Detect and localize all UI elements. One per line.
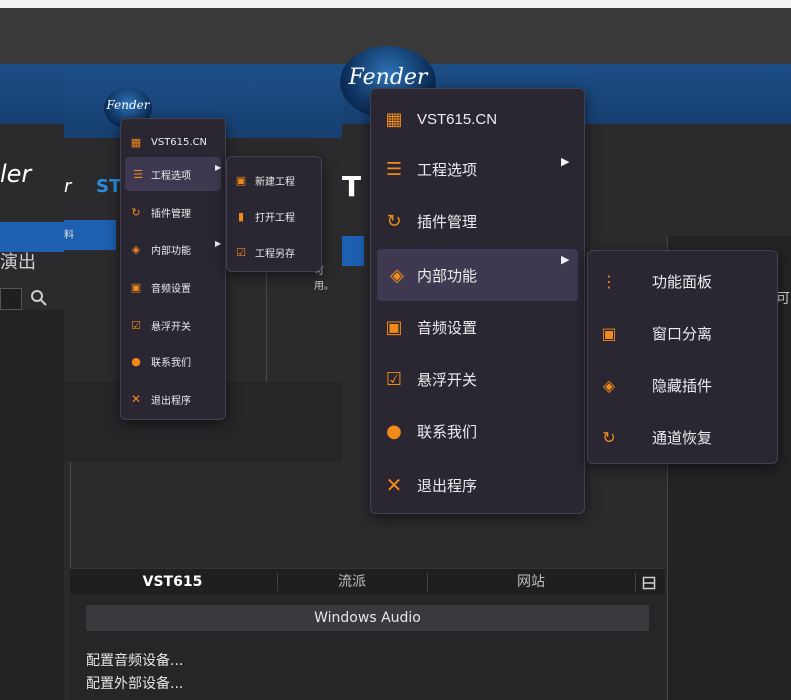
menu-item-vst615[interactable]: ▦ VST615.CN <box>371 97 584 141</box>
plugin-icon: ◈ <box>131 242 141 256</box>
menu-item-plugin-manager[interactable]: ↻ 插件管理 <box>371 199 584 243</box>
close-icon: ✕ <box>385 473 403 497</box>
plugin-icon: ◈ <box>602 375 616 395</box>
submenu-item-hide-plugins[interactable]: ◈ 隐藏插件 <box>588 361 777 409</box>
tab-vst615[interactable]: VST615 <box>70 569 275 595</box>
close-icon: ✕ <box>130 392 142 406</box>
submenu-arrow-icon: ▶ <box>215 163 222 172</box>
user-icon: ● <box>131 354 141 368</box>
small-menu-item-vst615[interactable]: ▦ VST615.CN <box>121 127 225 157</box>
bg-right-fragment: 可 <box>776 291 790 307</box>
user-icon: ● <box>386 420 402 442</box>
menu-label: 悬浮开关 <box>417 370 478 389</box>
menu-lines-icon: ☰ <box>133 167 143 181</box>
title-strip <box>0 0 791 8</box>
audio-device-selector[interactable]: Windows Audio <box>86 605 649 631</box>
plugin-icon: ◈ <box>390 264 404 286</box>
small-submenu-new-project[interactable]: ▣ 新建工程 <box>227 163 321 197</box>
bg-brand-fragment: ler <box>0 160 32 188</box>
checkbox-icon: ☑ <box>131 318 141 332</box>
nested-screenshot: r ST 料 可用。 Fender ▦ VST615.CN ☰ 工程选项 ▶ ↻ 插件… <box>64 72 342 462</box>
small-menu-item-float-toggle[interactable]: ☑ 悬浮开关 <box>121 307 225 343</box>
menu-label: 插件管理 <box>417 212 478 231</box>
submenu-item-channel-restore[interactable]: ↻ 通道恢复 <box>588 413 777 461</box>
menu-item-project-options[interactable]: ☰ 工程选项 ▶ <box>371 147 584 191</box>
bg-blue-fragment <box>342 236 364 266</box>
context-menu: ▦ VST615.CN ☰ 工程选项 ▶ ↻ 插件管理 ◈ 内部功能 ▶ ▣ 音频设置 ☑… <box>370 88 585 514</box>
menu-label: 内部功能 <box>417 266 478 285</box>
menu-item-exit[interactable]: ✕ 退出程序 <box>371 463 584 507</box>
submenu-item-window-split[interactable]: ▣ 窗口分离 <box>588 309 777 357</box>
search-icon[interactable] <box>30 289 48 307</box>
submenu-label: 隐藏插件 <box>652 376 713 395</box>
grid-icon: ▦ <box>130 135 142 149</box>
submenu-arrow-icon: ▶ <box>561 155 570 168</box>
small-context-menu: ▦ VST615.CN ☰ 工程选项 ▶ ↻ 插件管理 ◈ 内部功能 ▶ ▣ 音频设置 ☑… <box>120 118 226 420</box>
small-submenu-save-as[interactable]: ☑ 工程另存 <box>227 235 321 269</box>
grid-icon: ▦ <box>385 108 403 130</box>
small-menu-item-exit[interactable]: ✕ 退出程序 <box>121 381 225 417</box>
menu-label: 音频设置 <box>417 318 478 337</box>
small-menu-item-contact[interactable]: ● 联系我们 <box>121 343 225 379</box>
tab-website[interactable]: 网站 <box>428 569 634 595</box>
window-split-icon: ▣ <box>601 323 617 343</box>
new-project-icon: ▣ <box>235 173 247 187</box>
bg-left-panel <box>0 310 64 700</box>
audio-icon: ▣ <box>130 280 142 294</box>
submenu-arrow-icon: ▶ <box>215 239 222 248</box>
menu-item-internal-functions[interactable]: ◈ 内部功能 ▶ <box>377 249 578 301</box>
menu-label: VST615.CN <box>417 110 498 128</box>
audio-icon: ▣ <box>385 316 403 338</box>
bg-search-field[interactable] <box>0 288 22 310</box>
submenu-label: 功能面板 <box>652 272 713 291</box>
refresh-icon: ↻ <box>131 205 141 219</box>
dots-icon: ⋮ <box>601 271 617 291</box>
small-menu-item-internal-functions[interactable]: ◈ 内部功能 ▶ <box>121 231 225 267</box>
tab-separator <box>635 573 636 591</box>
nested-tab-fragment: 料 <box>64 230 74 241</box>
tabs-bar: VST615 流派 网站 <box>70 568 665 595</box>
internal-functions-submenu: ⋮ 功能面板 ▣ 窗口分离 ◈ 隐藏插件 ↻ 通道恢复 <box>587 250 778 464</box>
submenu-item-function-panel[interactable]: ⋮ 功能面板 <box>588 257 777 305</box>
menu-label: 退出程序 <box>417 476 478 495</box>
config-external-device[interactable]: 配置外部设备... <box>86 673 183 693</box>
nested-st-text: ST <box>96 176 122 197</box>
small-menu-item-audio-settings[interactable]: ▣ 音频设置 <box>121 269 225 305</box>
small-project-submenu: ▣ 新建工程 ▮ 打开工程 ☑ 工程另存 <box>226 156 322 272</box>
menu-item-audio-settings[interactable]: ▣ 音频设置 <box>371 305 477 349</box>
menu-label: 工程选项 <box>417 160 478 179</box>
refresh-icon: ↻ <box>602 427 616 447</box>
tab-genre[interactable]: 流派 <box>278 569 426 595</box>
submenu-label: 通道恢复 <box>652 428 713 447</box>
document-icon[interactable] <box>642 575 656 590</box>
small-submenu-open-project[interactable]: ▮ 打开工程 <box>227 199 321 233</box>
refresh-icon: ↻ <box>386 210 402 232</box>
submenu-arrow-icon: ▶ <box>561 253 570 266</box>
divider <box>70 462 71 568</box>
bookmark-icon: ▮ <box>237 209 245 223</box>
menu-label: 联系我们 <box>417 422 478 441</box>
menu-item-contact[interactable]: ● 联系我们 <box>371 409 584 453</box>
save-as-icon: ☑ <box>236 245 246 259</box>
config-audio-device[interactable]: 配置音频设备... <box>86 650 183 670</box>
menu-item-float-toggle[interactable]: ☑ 悬浮开关 <box>371 357 584 401</box>
small-menu-item-plugin-manager[interactable]: ↻ 插件管理 <box>121 195 225 229</box>
small-menu-item-project-options[interactable]: ☰ 工程选项 ▶ <box>125 157 221 191</box>
menu-lines-icon: ☰ <box>385 158 403 180</box>
nested-brand-fragment: r <box>64 176 72 197</box>
submenu-label: 窗口分离 <box>652 324 713 343</box>
checkbox-icon: ☑ <box>385 368 403 390</box>
bg-out-label: 演出 <box>0 252 36 273</box>
